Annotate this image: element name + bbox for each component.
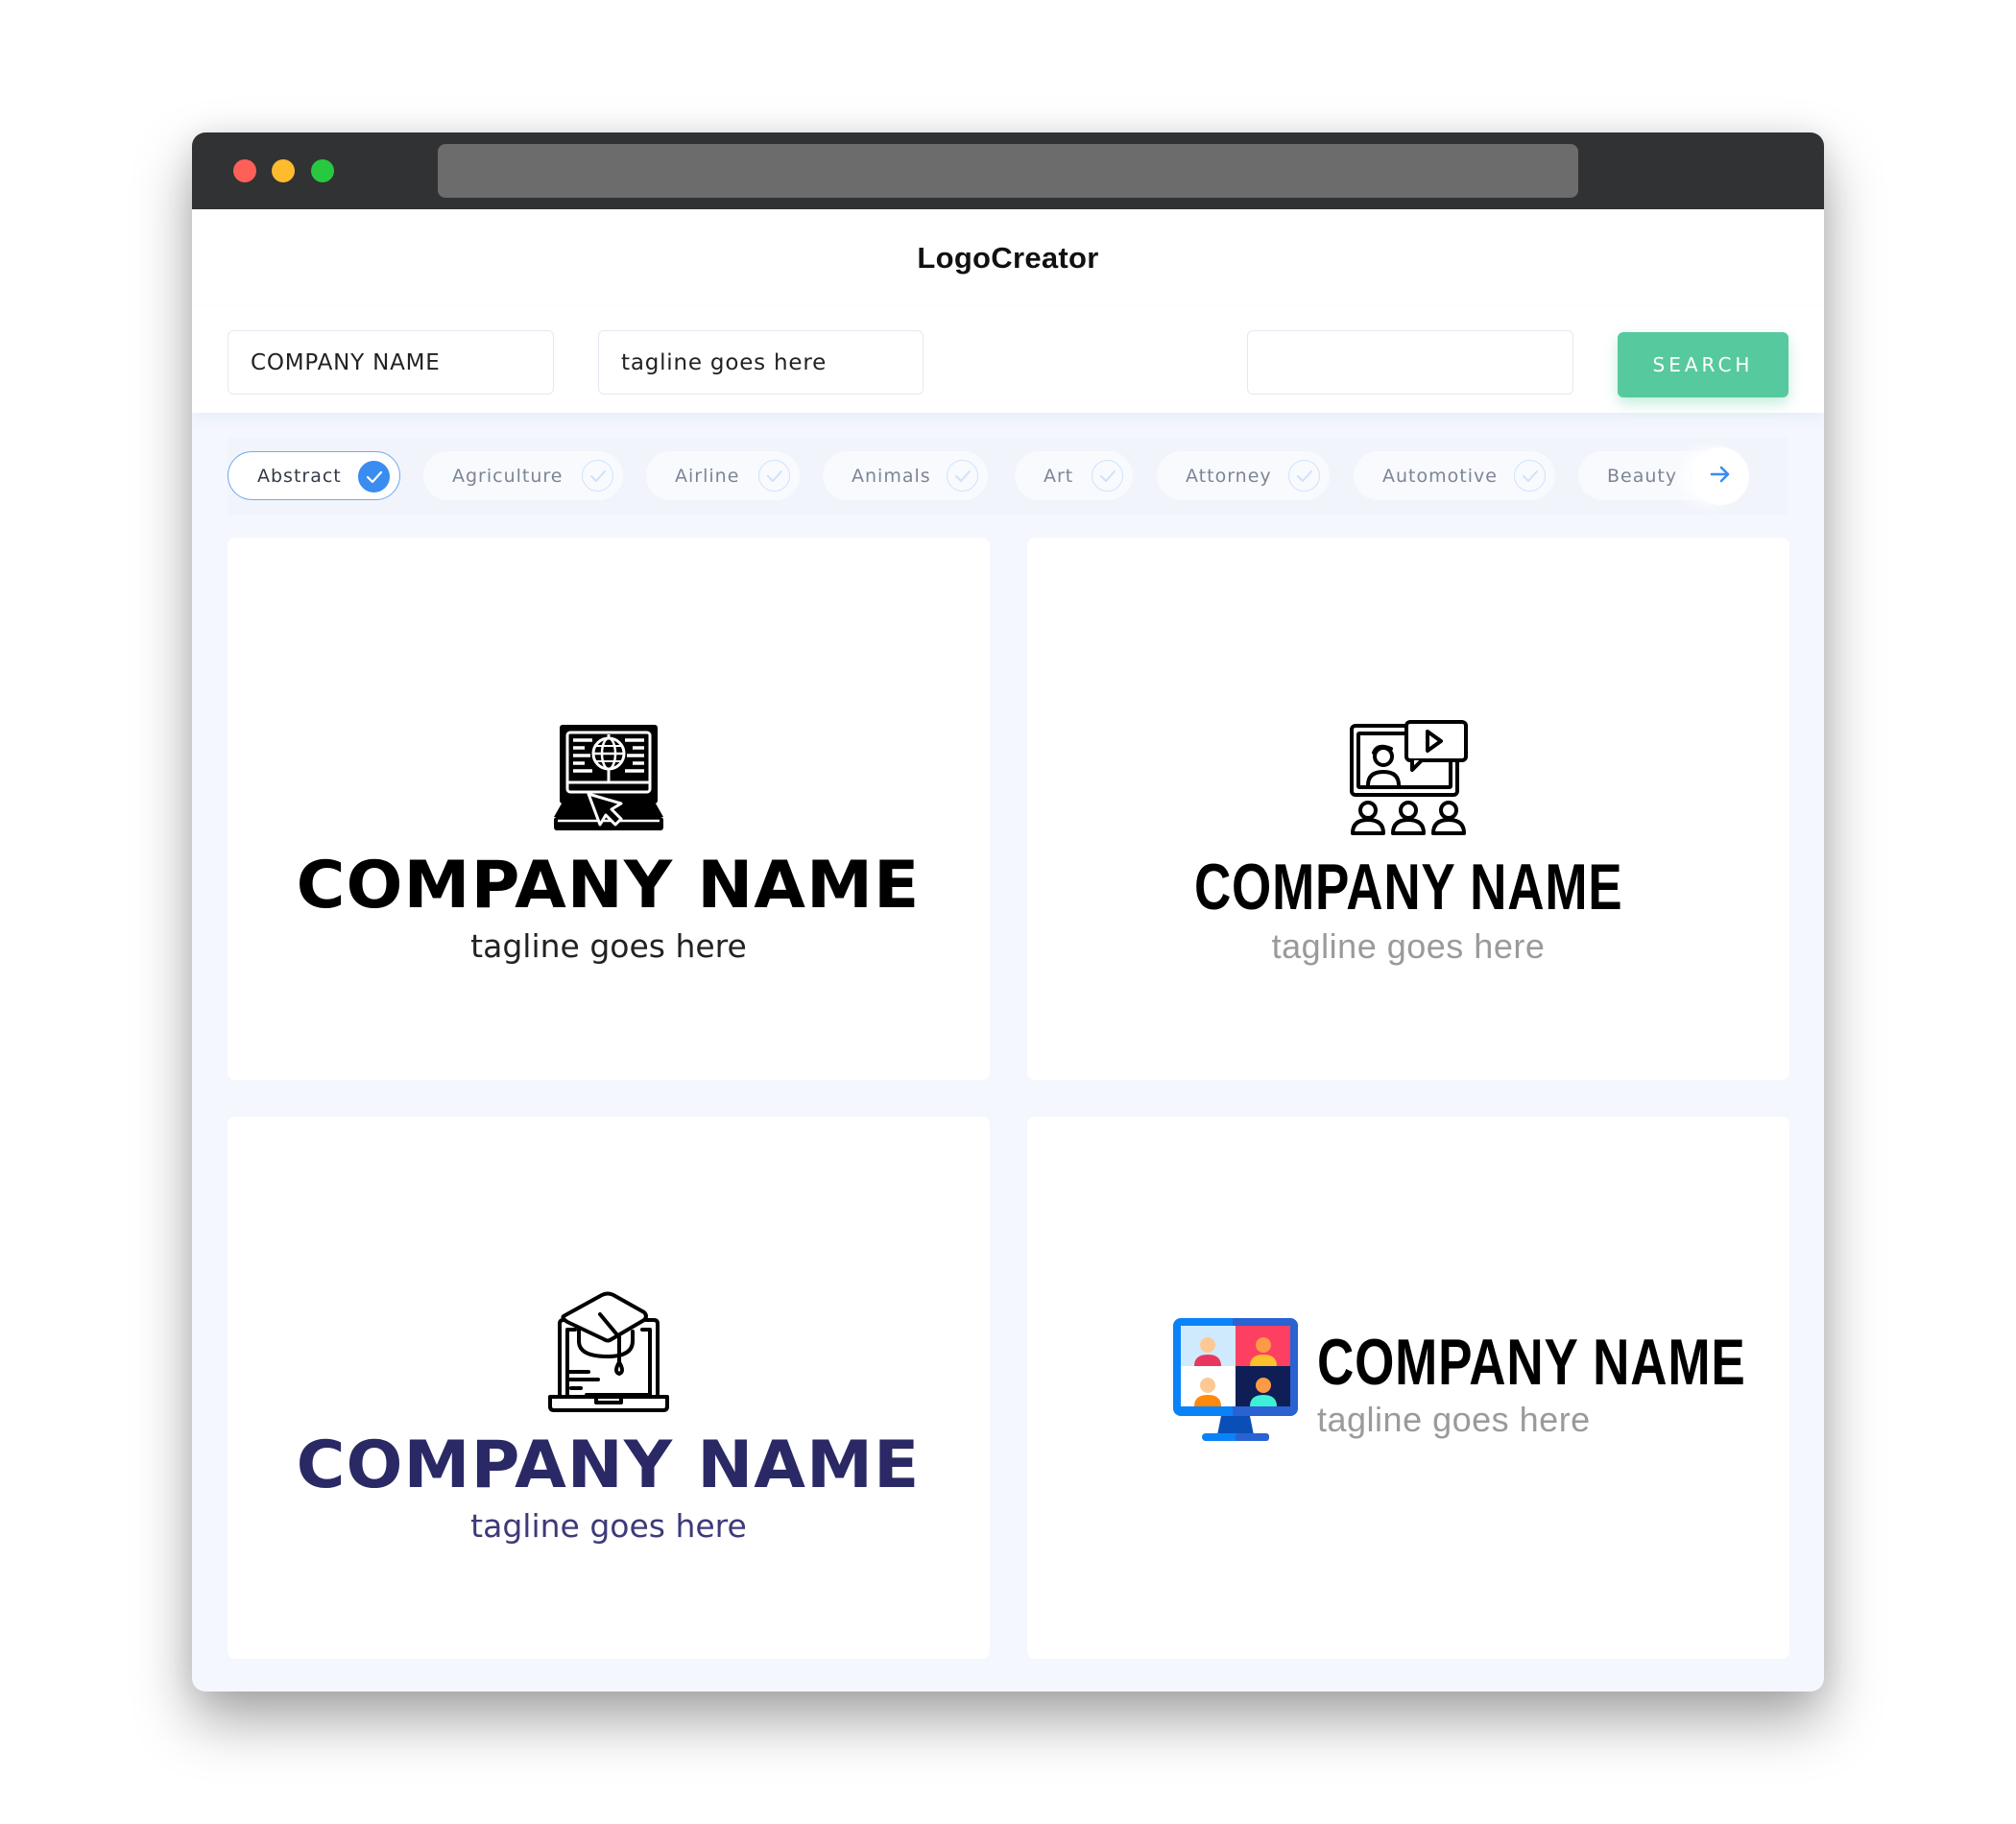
logo-company-name: COMPANY NAME bbox=[297, 1428, 921, 1503]
check-icon bbox=[947, 460, 978, 492]
category-filter-list: Abstract Agriculture Airline Animals Art… bbox=[228, 449, 1725, 502]
logo-card[interactable]: COMPANY NAME tagline goes here bbox=[228, 1116, 990, 1659]
category-chip-animals[interactable]: Animals bbox=[823, 451, 988, 500]
arrow-right-icon bbox=[1710, 466, 1731, 487]
search-button[interactable]: SEARCH bbox=[1618, 332, 1788, 397]
chip-label: Automotive bbox=[1382, 465, 1498, 487]
brand-title: LogoCreator bbox=[917, 241, 1099, 275]
keyword-input[interactable] bbox=[1247, 330, 1573, 395]
monitor-video-conference-icon bbox=[1173, 1318, 1298, 1447]
category-chip-attorney[interactable]: Attorney bbox=[1157, 451, 1330, 500]
title-bar bbox=[192, 132, 1824, 209]
check-icon bbox=[1288, 460, 1320, 492]
chip-label: Agriculture bbox=[452, 465, 564, 487]
app-header: LogoCreator bbox=[192, 209, 1824, 307]
minimize-window-button[interactable] bbox=[272, 159, 295, 182]
check-icon bbox=[1092, 460, 1123, 492]
logo-tagline: tagline goes here bbox=[1271, 926, 1546, 966]
logo-tagline: tagline goes here bbox=[470, 1507, 747, 1545]
close-window-button[interactable] bbox=[233, 159, 256, 182]
maximize-window-button[interactable] bbox=[311, 159, 334, 182]
chip-label: Abstract bbox=[257, 465, 342, 487]
check-icon bbox=[582, 460, 613, 492]
logo-company-name: COMPANY NAME bbox=[297, 848, 921, 924]
laptop-globe-cursor-icon bbox=[554, 725, 663, 836]
chip-label: Animals bbox=[852, 465, 931, 487]
address-bar[interactable] bbox=[438, 144, 1578, 198]
logo-tagline: tagline goes here bbox=[1317, 1400, 1591, 1439]
check-icon bbox=[358, 461, 390, 492]
tagline-input[interactable] bbox=[598, 330, 924, 395]
chip-label: Art bbox=[1044, 465, 1074, 487]
chip-label: Airline bbox=[675, 465, 740, 487]
browser-window: LogoCreator SEARCH Abstract Agriculture … bbox=[192, 132, 1824, 1692]
logo-tagline: tagline goes here bbox=[470, 927, 747, 965]
logo-company-name: COMPANY NAME bbox=[1193, 851, 1623, 924]
logo-card[interactable]: COMPANY NAME tagline goes here bbox=[1027, 538, 1789, 1080]
laptop-graduation-cap-icon bbox=[546, 1289, 671, 1416]
check-icon bbox=[758, 460, 790, 492]
category-chip-art[interactable]: Art bbox=[1015, 451, 1133, 500]
chip-label: Attorney bbox=[1186, 465, 1272, 487]
next-categories-button[interactable] bbox=[1692, 447, 1749, 505]
category-chip-abstract[interactable]: Abstract bbox=[228, 451, 400, 500]
category-chip-agriculture[interactable]: Agriculture bbox=[423, 451, 623, 500]
category-chip-airline[interactable]: Airline bbox=[646, 451, 800, 500]
check-icon bbox=[1514, 460, 1546, 492]
logo-company-name: COMPANY NAME bbox=[1317, 1326, 1746, 1399]
category-chip-automotive[interactable]: Automotive bbox=[1354, 451, 1555, 500]
company-name-input[interactable] bbox=[228, 330, 554, 395]
logo-card[interactable]: COMPANY NAME tagline goes here bbox=[228, 538, 990, 1080]
video-presentation-audience-icon bbox=[1349, 720, 1468, 841]
logo-card[interactable]: COMPANY NAME tagline goes here bbox=[1027, 1116, 1789, 1659]
search-bar: SEARCH bbox=[192, 307, 1824, 413]
chip-label: Beauty bbox=[1607, 465, 1678, 487]
